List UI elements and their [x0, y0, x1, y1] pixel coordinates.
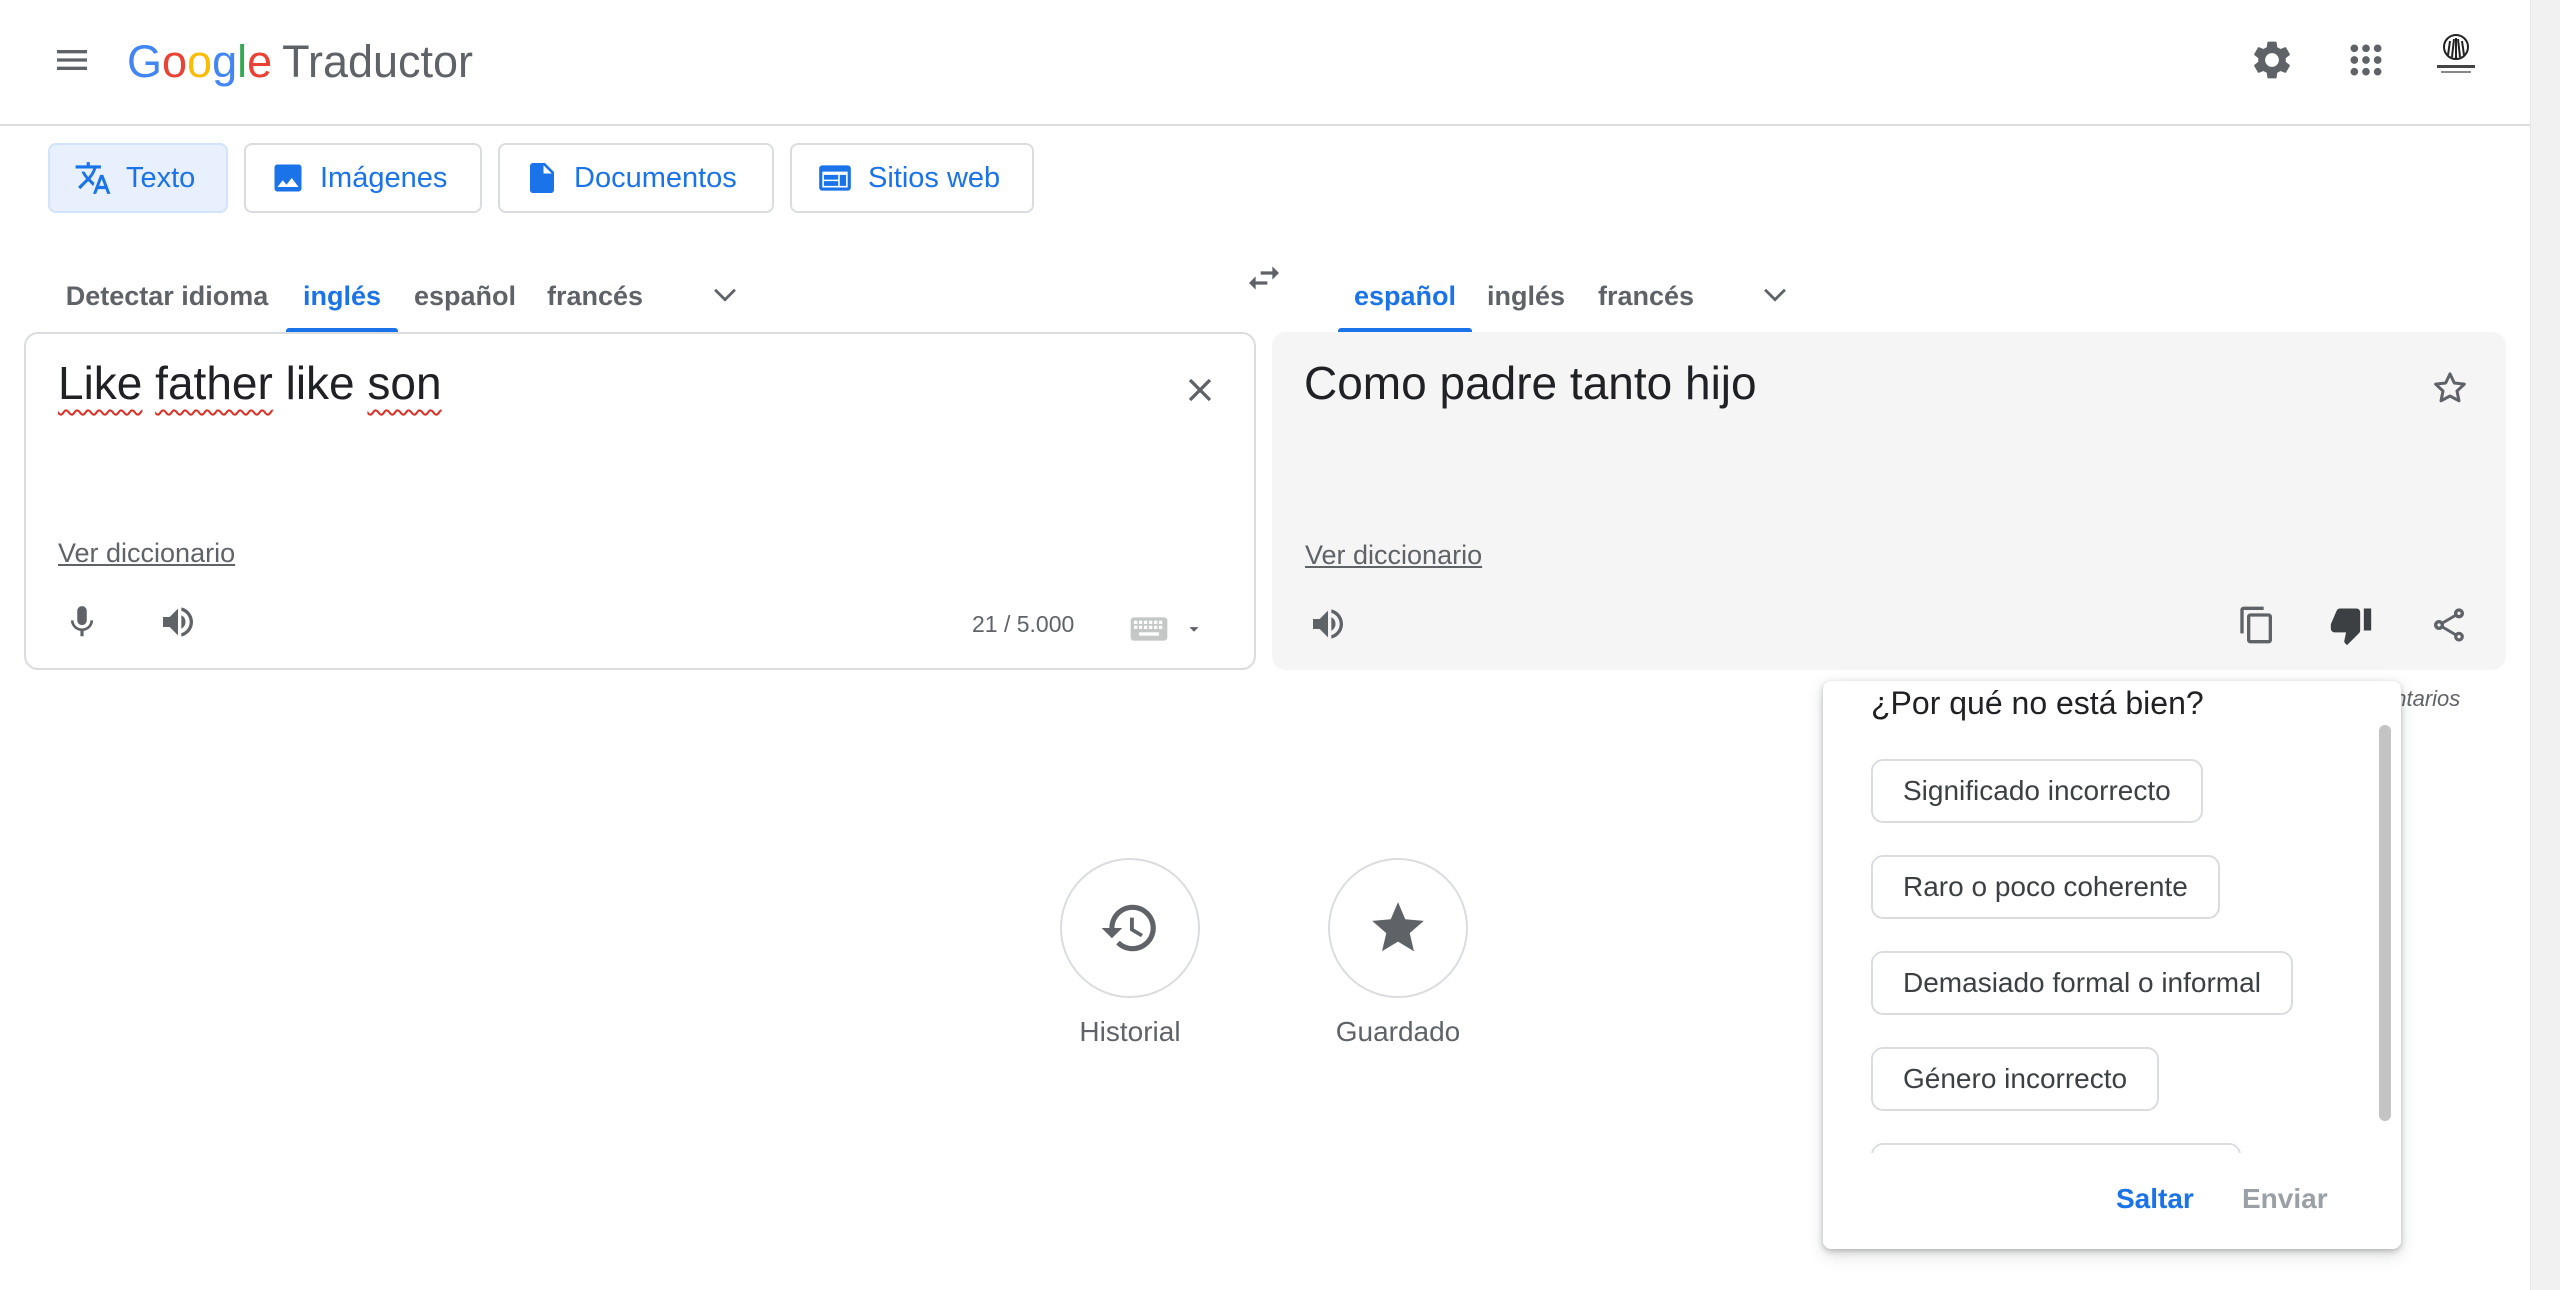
target-lang-espanol[interactable]: español	[1338, 258, 1472, 334]
input-tools-button[interactable]	[1122, 608, 1212, 650]
rate-translation-button[interactable]	[2320, 594, 2382, 656]
target-lang-more-button[interactable]	[1748, 262, 1802, 326]
share-icon	[2434, 608, 2464, 642]
speaker-icon	[163, 607, 193, 637]
google-wordmark: Google	[127, 36, 272, 88]
swap-icon	[1249, 266, 1279, 290]
translation-output: Como padre tanto hijo	[1304, 357, 1757, 409]
tab-texto[interactable]: Texto	[48, 143, 228, 213]
source-lang-frances-label: francés	[546, 280, 644, 311]
save-translation-button[interactable]	[2418, 356, 2482, 420]
history-button[interactable]	[1060, 858, 1200, 998]
target-dictionary-link[interactable]: Ver diccionario	[1305, 540, 1482, 571]
target-lang-frances-label: francés	[1597, 280, 1695, 311]
google-apps-button[interactable]	[2330, 24, 2402, 96]
clear-source-button[interactable]	[1168, 358, 1232, 422]
google-translate-logo[interactable]: Google Traductor	[127, 30, 473, 94]
source-lang-ingles-label: inglés	[302, 280, 382, 311]
send-button[interactable]: Enviar	[2242, 1183, 2328, 1215]
tab-documentos-label: Documentos	[574, 161, 737, 194]
source-word: father	[155, 357, 273, 409]
image-icon	[274, 164, 302, 192]
target-lang-ingles-label: inglés	[1486, 280, 1566, 311]
star-outline-icon	[2434, 372, 2466, 403]
avatar-logo-icon	[2437, 34, 2475, 73]
listen-translation-button[interactable]	[1298, 594, 1358, 654]
feedback-options-scroll-area[interactable]: ¿Por qué no está bien? Significado incor…	[1823, 681, 2377, 1153]
target-lang-ingles[interactable]: inglés	[1474, 258, 1578, 334]
tab-imagenes-label: Imágenes	[320, 161, 448, 194]
copy-translation-button[interactable]	[2226, 594, 2288, 656]
logo-letter: e	[247, 36, 273, 87]
source-word: like	[285, 357, 355, 409]
logo-letter: g	[212, 36, 238, 87]
chevron-down-icon	[714, 288, 736, 302]
page-scrollbar[interactable]	[2530, 0, 2560, 1290]
saved-label: Guardado	[1335, 1016, 1461, 1047]
source-lang-espanol[interactable]: español	[400, 258, 530, 334]
microphone-icon	[70, 606, 94, 637]
feedback-option-formality[interactable]: Demasiado formal o informal	[1871, 951, 2293, 1015]
source-text-input[interactable]: Like father like son	[58, 356, 442, 410]
keyboard-icon	[1130, 617, 1168, 641]
chevron-down-icon	[1764, 288, 1786, 302]
main-menu-button[interactable]	[36, 24, 108, 96]
document-icon	[530, 163, 554, 193]
settings-button[interactable]	[2236, 24, 2308, 96]
voice-input-button[interactable]	[52, 592, 112, 652]
apps-grid-icon	[2350, 44, 2382, 76]
saved-button[interactable]	[1328, 858, 1468, 998]
target-lang-frances[interactable]: francés	[1580, 258, 1712, 334]
source-lang-more-button[interactable]	[698, 262, 752, 326]
listen-source-button[interactable]	[148, 592, 208, 652]
logo-letter: o	[162, 36, 188, 87]
account-avatar[interactable]	[2420, 24, 2492, 96]
logo-letter: G	[127, 36, 163, 87]
feedback-dialog: ¿Por qué no está bien? Significado incor…	[1823, 681, 2401, 1249]
source-word: son	[367, 357, 442, 409]
tab-sitios-web-label: Sitios web	[868, 161, 1001, 194]
logo-letter: l	[237, 36, 248, 87]
source-lang-espanol-label: español	[413, 280, 517, 311]
target-lang-espanol-label: español	[1353, 280, 1457, 311]
gear-icon	[2254, 41, 2290, 79]
tab-texto-label: Texto	[126, 161, 196, 194]
feedback-title: ¿Por qué no está bien?	[1871, 685, 2204, 721]
close-icon	[1188, 378, 1212, 402]
feedback-option-incorrect-meaning[interactable]: Significado incorrecto	[1871, 759, 2203, 823]
product-name: Traductor	[282, 36, 474, 87]
translate-icon	[75, 162, 111, 194]
source-lang-detect[interactable]: Detectar idioma	[50, 258, 284, 334]
tab-imagenes[interactable]: Imágenes	[244, 143, 482, 213]
feedback-scrollbar-thumb[interactable]	[2379, 725, 2391, 1121]
feedback-option-awkward[interactable]: Raro o poco coherente	[1871, 855, 2220, 919]
skip-button[interactable]: Saltar	[2116, 1183, 2194, 1215]
feedback-option-gender[interactable]: Género incorrecto	[1871, 1047, 2160, 1111]
history-label: Historial	[1079, 1016, 1181, 1047]
star-icon	[1372, 902, 1424, 952]
feedback-option-more[interactable]	[1871, 1143, 2241, 1153]
tab-documentos[interactable]: Documentos	[498, 143, 774, 213]
tab-sitios-web[interactable]: Sitios web	[790, 143, 1034, 213]
website-icon	[819, 165, 851, 191]
speaker-icon	[1313, 609, 1343, 639]
source-word: Like	[58, 357, 143, 409]
caret-down-icon	[1189, 627, 1199, 632]
copy-icon	[2240, 606, 2272, 644]
source-lang-detect-label: Detectar idioma	[65, 280, 269, 311]
source-dictionary-link[interactable]: Ver diccionario	[58, 538, 235, 569]
source-lang-ingles[interactable]: inglés	[286, 258, 398, 334]
menu-icon	[57, 50, 87, 70]
share-translation-button[interactable]	[2418, 594, 2480, 656]
history-icon	[1101, 904, 1156, 952]
swap-languages-button[interactable]	[1232, 246, 1296, 310]
logo-letter: o	[187, 36, 213, 87]
source-lang-frances[interactable]: francés	[532, 258, 658, 334]
character-counter: 21 / 5.000	[972, 611, 1075, 637]
thumbs-down-icon	[2330, 608, 2372, 646]
